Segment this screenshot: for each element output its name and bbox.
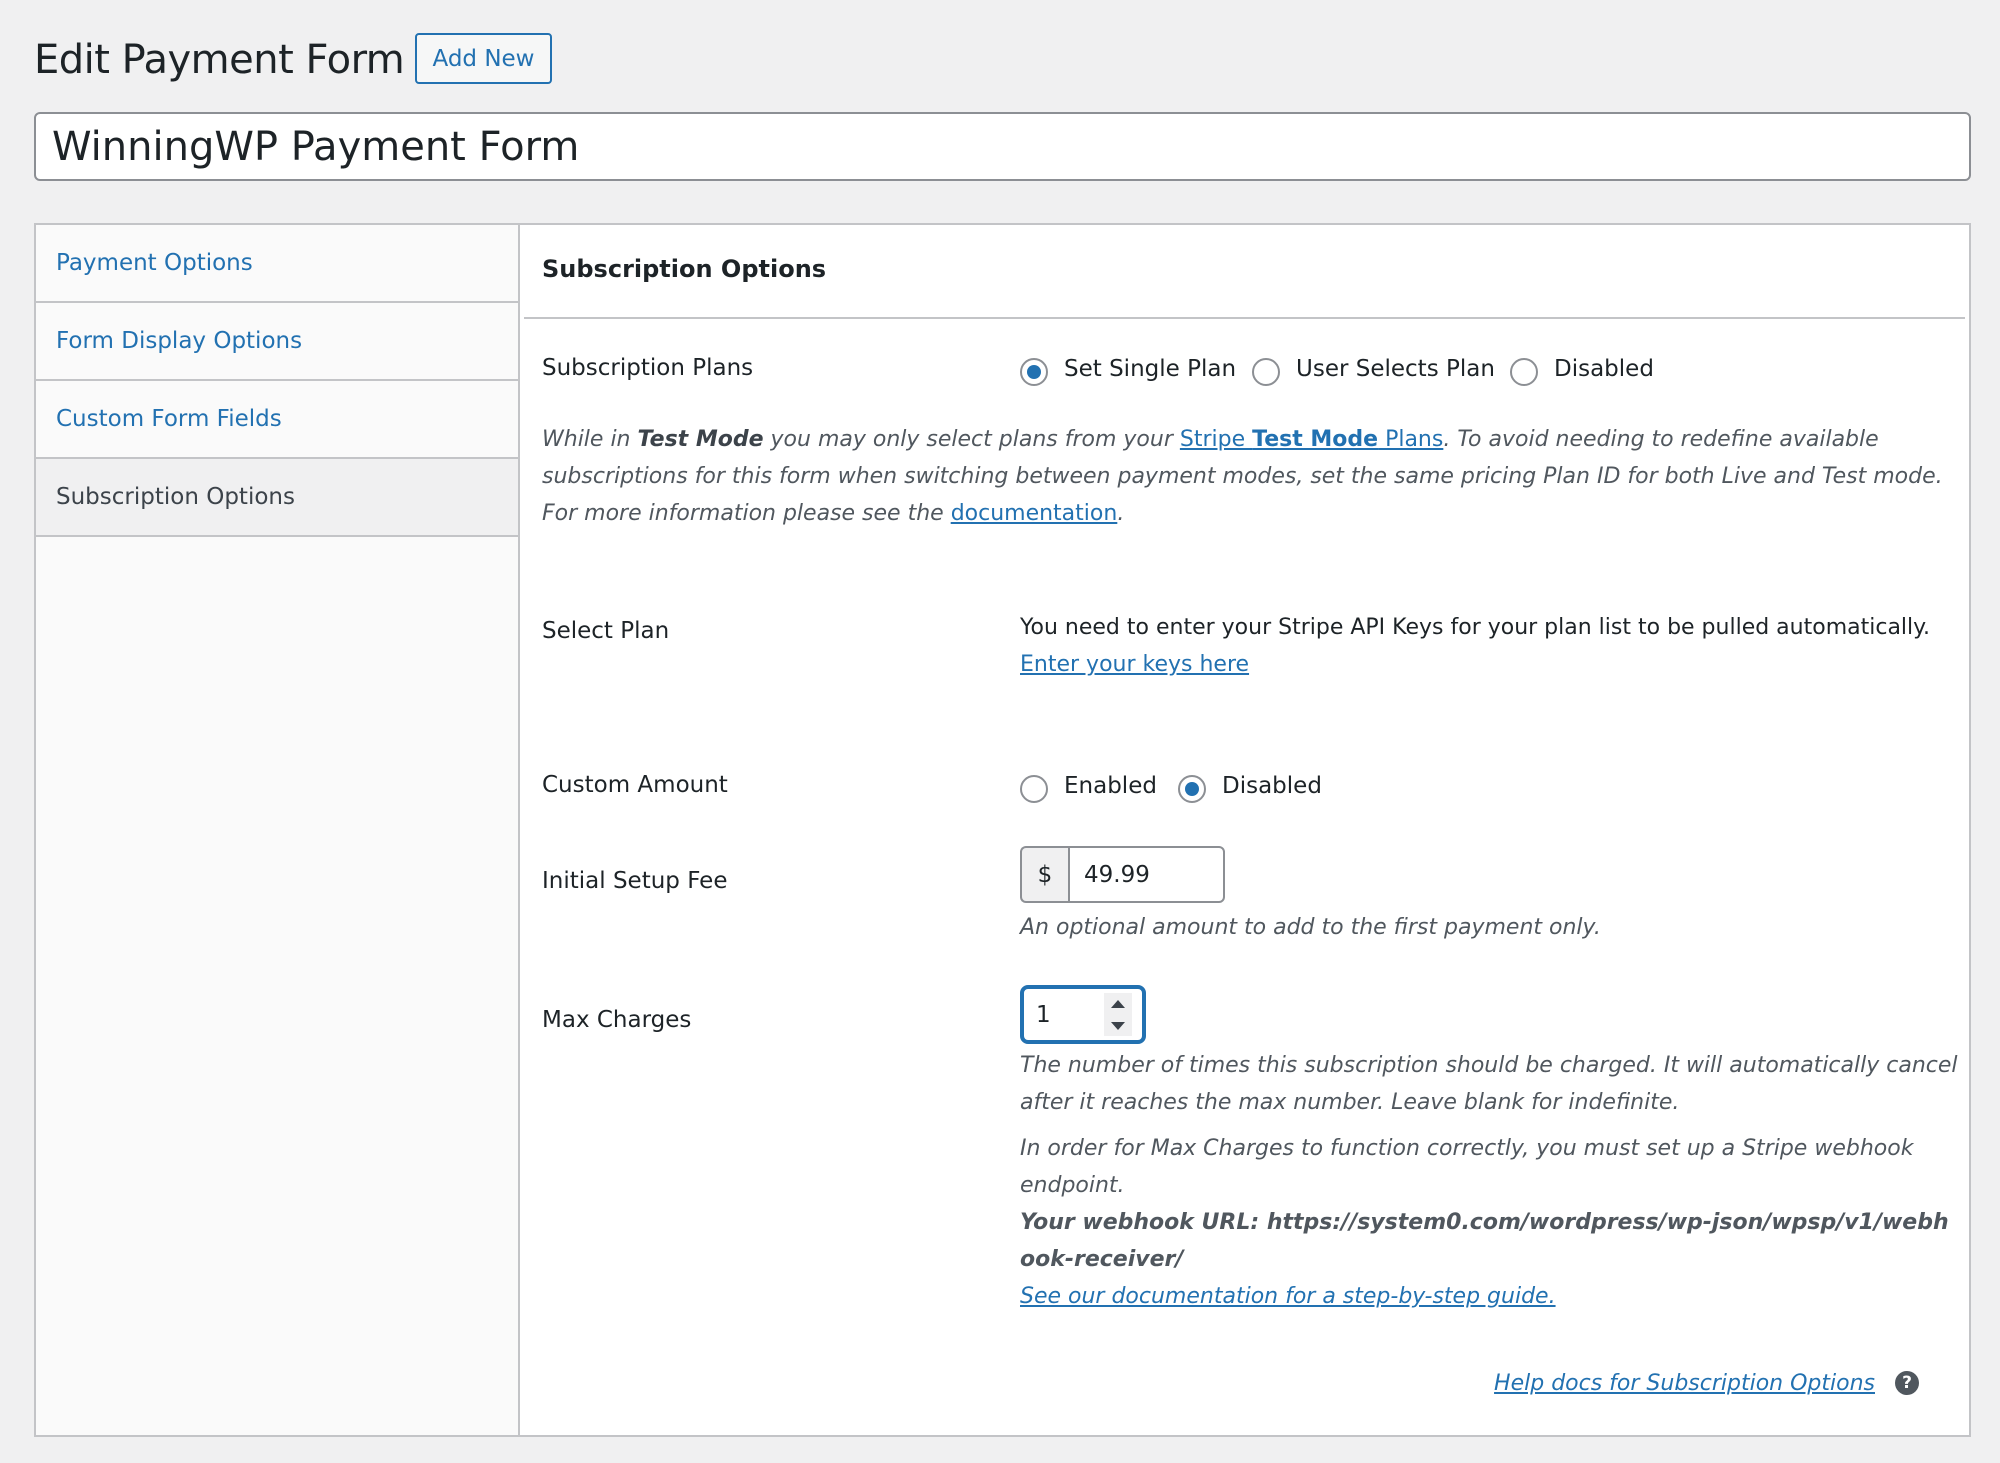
subscription-plans-label: Subscription Plans — [542, 355, 754, 381]
radio-user-selects-plan[interactable] — [1252, 358, 1280, 386]
desc-text: . — [1117, 501, 1125, 526]
link-bold-text: Test Mode — [1252, 427, 1379, 452]
question-circle-icon[interactable]: ? — [1895, 1371, 1919, 1395]
webhook-url: Your webhook URL: https://system0.com/wo… — [1020, 1210, 1949, 1272]
radio-disabled-plan[interactable] — [1510, 358, 1538, 386]
page-title: Edit Payment Form — [34, 37, 405, 83]
radio-user-selects-plan-label[interactable]: User Selects Plan — [1296, 356, 1495, 382]
add-new-button[interactable]: Add New — [415, 33, 552, 84]
select-plan-label: Select Plan — [542, 618, 670, 644]
max-charges-label: Max Charges — [542, 1007, 692, 1033]
max-charges-field[interactable] — [1020, 985, 1146, 1044]
link-text: Stripe — [1179, 427, 1253, 452]
radio-disabled-plan-label[interactable]: Disabled — [1554, 356, 1654, 382]
tab-custom-form-fields[interactable]: Custom Form Fields — [36, 381, 518, 459]
tab-payment-options[interactable]: Payment Options — [36, 225, 518, 303]
arrow-up-icon — [1111, 999, 1125, 1008]
max-charges-hint: The number of times this subscription sh… — [1020, 1053, 1958, 1115]
form-title-input[interactable] — [34, 112, 1971, 181]
help-docs-link[interactable]: Help docs for Subscription Options — [1494, 1365, 1875, 1402]
section-divider — [524, 317, 1965, 319]
custom-amount-label: Custom Amount — [542, 772, 728, 798]
spinner-up-button[interactable] — [1104, 993, 1132, 1014]
webhook-note: In order for Max Charges to function cor… — [1020, 1136, 1914, 1198]
desc-bold-test-mode: Test Mode — [637, 427, 764, 452]
tab-form-display-options[interactable]: Form Display Options — [36, 303, 518, 381]
radio-custom-amount-enabled-label[interactable]: Enabled — [1064, 773, 1157, 799]
max-charges-spinner[interactable] — [1104, 993, 1132, 1036]
radio-custom-amount-disabled-label[interactable]: Disabled — [1222, 773, 1322, 799]
link-text: Plans — [1378, 427, 1444, 452]
section-title: Subscription Options — [542, 255, 827, 283]
radio-set-single-plan-label[interactable]: Set Single Plan — [1064, 356, 1236, 382]
arrow-down-icon — [1111, 1021, 1125, 1030]
setup-fee-input[interactable] — [1068, 846, 1225, 903]
enter-keys-link[interactable]: Enter your keys here — [1020, 652, 1249, 677]
setup-fee-hint: An optional amount to add to the first p… — [1020, 915, 1601, 940]
api-keys-message: You need to enter your Stripe API Keys f… — [1020, 615, 1931, 640]
documentation-link[interactable]: documentation — [951, 501, 1118, 526]
test-mode-description: While in Test Mode you may only select p… — [542, 421, 1952, 532]
stripe-test-mode-plans-link[interactable]: Stripe Test Mode Plans — [1180, 427, 1443, 452]
settings-panel: Payment Options Form Display Options Cus… — [34, 223, 1971, 1437]
settings-tabs: Payment Options Form Display Options Cus… — [36, 225, 520, 1435]
max-charges-input[interactable] — [1024, 989, 1104, 1040]
step-by-step-guide-link[interactable]: See our documentation for a step-by-step… — [1020, 1278, 1556, 1315]
spinner-down-button[interactable] — [1104, 1015, 1132, 1036]
radio-custom-amount-enabled[interactable] — [1020, 775, 1048, 803]
radio-set-single-plan[interactable] — [1020, 358, 1048, 386]
tab-subscription-options[interactable]: Subscription Options — [36, 459, 518, 537]
currency-symbol: $ — [1020, 846, 1068, 903]
subscription-options-content: Subscription Options Subscription Plans … — [520, 225, 1969, 1435]
setup-fee-label: Initial Setup Fee — [542, 868, 728, 894]
desc-text: While in — [542, 427, 638, 452]
radio-custom-amount-disabled[interactable] — [1178, 775, 1206, 803]
desc-text: you may only select plans from your — [763, 427, 1180, 452]
